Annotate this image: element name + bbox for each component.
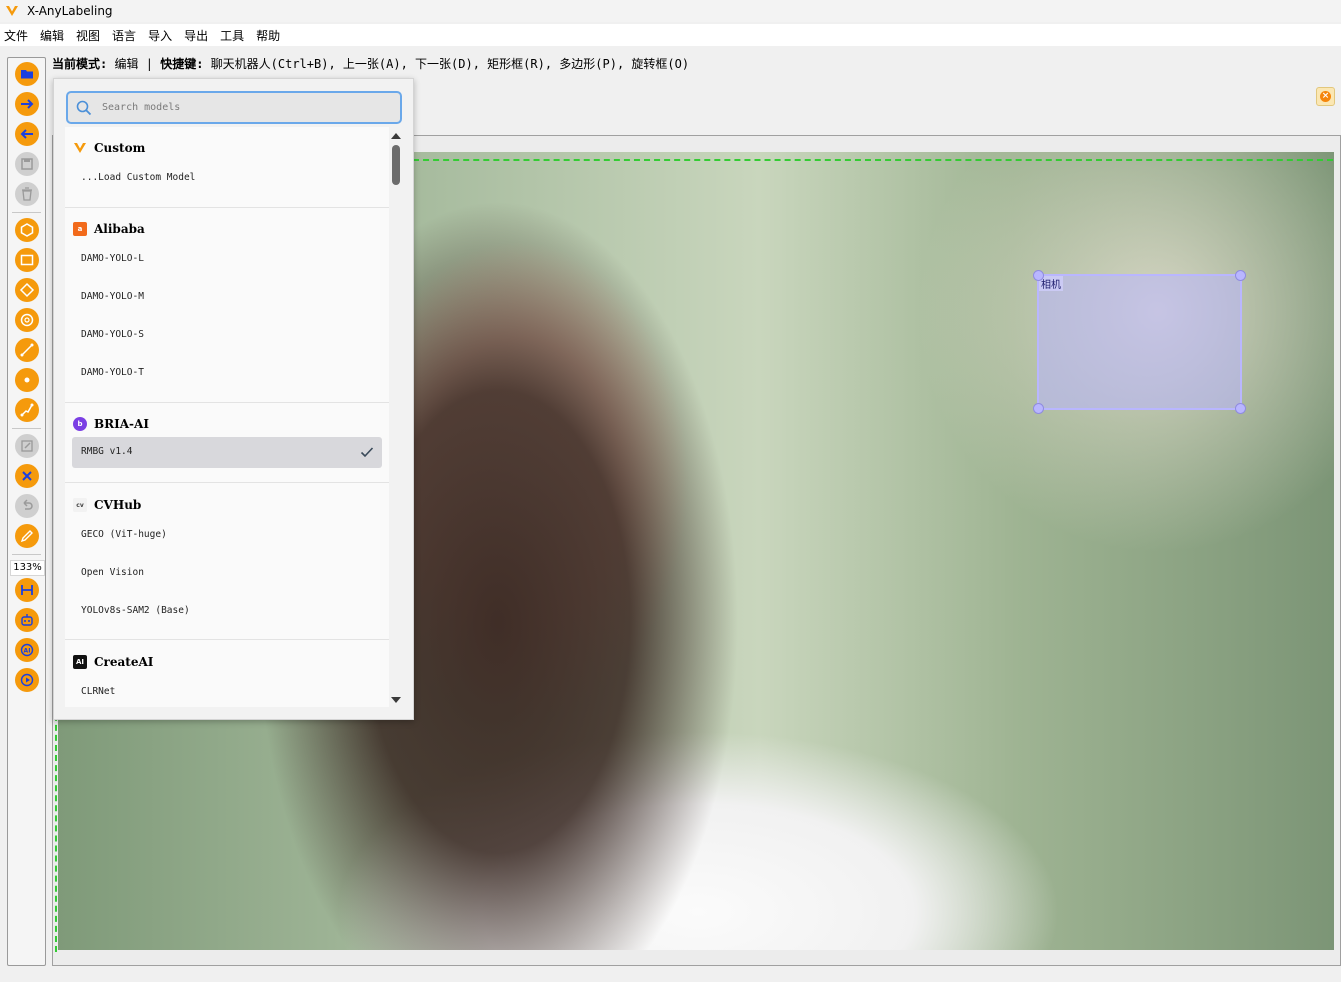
- model-list: Custom ...Load Custom Model a Alibaba DA…: [65, 127, 389, 707]
- delete-icon[interactable]: [15, 182, 39, 206]
- group-name: BRIA-AI: [94, 417, 149, 431]
- group-header-createai: AI CreateAI: [73, 653, 153, 671]
- toolbar-divider: [12, 428, 41, 429]
- menu-view[interactable]: 视图: [72, 27, 108, 44]
- linestrip-icon[interactable]: [15, 398, 39, 422]
- group-name: Alibaba: [94, 222, 145, 236]
- search-icon: [76, 100, 92, 115]
- line-icon[interactable]: [15, 338, 39, 362]
- group-divider: [65, 639, 389, 640]
- group-name: CreateAI: [94, 655, 154, 669]
- model-item-geco[interactable]: GECO (ViT-huge): [81, 529, 167, 545]
- group-divider: [65, 402, 389, 403]
- model-item-damo-yolo-t[interactable]: DAMO-YOLO-T: [81, 367, 144, 383]
- model-list-scrollbar[interactable]: [390, 127, 402, 707]
- open-folder-icon[interactable]: [15, 62, 39, 86]
- canvas-guide-horizontal: [413, 159, 1333, 161]
- model-item-damo-yolo-s[interactable]: DAMO-YOLO-S: [81, 329, 144, 345]
- menu-language[interactable]: 语言: [108, 27, 144, 44]
- group-name: CVHub: [94, 498, 142, 512]
- bria-logo-icon: b: [73, 417, 87, 431]
- polygon-icon[interactable]: [15, 218, 39, 242]
- title-bar: X-AnyLabeling: [0, 0, 1341, 22]
- bbox-handle-top-right[interactable]: [1235, 270, 1246, 281]
- window-title: X-AnyLabeling: [27, 4, 113, 18]
- model-item-open-vision[interactable]: Open Vision: [81, 567, 144, 583]
- model-item-yolov8s-sam2[interactable]: YOLOv8s-SAM2 (Base): [81, 605, 190, 621]
- model-item-rmbg-selected[interactable]: RMBG v1.4: [72, 437, 382, 468]
- model-item-damo-yolo-l[interactable]: DAMO-YOLO-L: [81, 253, 144, 269]
- group-header-alibaba: a Alibaba: [73, 220, 145, 238]
- group-divider: [65, 482, 389, 483]
- check-icon: [360, 447, 374, 458]
- toolbar-divider: [12, 212, 41, 213]
- prev-image-icon[interactable]: [15, 122, 39, 146]
- app-logo-icon: [6, 6, 18, 16]
- rotation-icon[interactable]: [15, 278, 39, 302]
- next-image-icon[interactable]: [15, 92, 39, 116]
- model-item-damo-yolo-m[interactable]: DAMO-YOLO-M: [81, 291, 144, 307]
- scrollbar-thumb[interactable]: [392, 145, 400, 185]
- menu-export[interactable]: 导出: [180, 27, 216, 44]
- svg-text:AI: AI: [24, 648, 31, 655]
- menu-edit[interactable]: 编辑: [36, 27, 72, 44]
- group-name: Custom: [94, 141, 146, 155]
- group-header-cvhub: cv CVHub: [73, 496, 141, 514]
- auto-label-icon[interactable]: [15, 608, 39, 632]
- point-icon[interactable]: [15, 368, 39, 392]
- undo-icon[interactable]: [15, 494, 39, 518]
- zoom-value[interactable]: 133%: [10, 560, 45, 576]
- alibaba-logo-icon: a: [73, 222, 87, 236]
- mode-label: 当前模式:: [52, 57, 108, 71]
- model-item-label: RMBG v1.4: [81, 446, 133, 457]
- bbox-handle-bottom-left[interactable]: [1033, 403, 1044, 414]
- custom-logo-icon: [74, 143, 86, 153]
- rectangle-icon[interactable]: [15, 248, 39, 272]
- menu-import[interactable]: 导入: [144, 27, 180, 44]
- left-toolbar: 133% AI: [7, 57, 46, 966]
- close-panel-button[interactable]: ×: [1316, 87, 1335, 106]
- model-picker-panel: Search models Custom ...Load Custom Mode…: [53, 78, 414, 720]
- delete-shape-icon[interactable]: [15, 464, 39, 488]
- shortcut-text: 聊天机器人(Ctrl+B), 上一张(A), 下一张(D), 矩形框(R), 多…: [210, 57, 690, 71]
- group-divider: [65, 207, 389, 208]
- fit-width-icon[interactable]: [15, 578, 39, 602]
- model-item-load-custom[interactable]: ...Load Custom Model: [81, 172, 195, 188]
- save-icon[interactable]: [15, 152, 39, 176]
- scroll-down-icon[interactable]: [391, 697, 401, 703]
- circle-icon[interactable]: [15, 308, 39, 332]
- shortcut-label: 快捷键:: [160, 57, 204, 71]
- menu-bar: 文件 编辑 视图 语言 导入 导出 工具 帮助: [0, 24, 1341, 46]
- annotation-bbox[interactable]: 相机: [1033, 270, 1246, 414]
- createai-logo-icon: AI: [73, 655, 87, 669]
- bbox-handle-top-left[interactable]: [1033, 270, 1044, 281]
- group-header-custom: Custom: [73, 139, 145, 157]
- status-line: 当前模式: 编辑 | 快捷键: 聊天机器人(Ctrl+B), 上一张(A), 下…: [52, 55, 689, 71]
- model-item-clrnet[interactable]: CLRNet: [81, 686, 115, 702]
- edit-icon[interactable]: [15, 434, 39, 458]
- run-icon[interactable]: [15, 668, 39, 692]
- cvhub-logo-icon: cv: [73, 498, 87, 512]
- close-icon: ×: [1320, 91, 1331, 102]
- menu-tools[interactable]: 工具: [216, 27, 252, 44]
- toolbar-divider: [12, 554, 41, 555]
- brush-icon[interactable]: [15, 524, 39, 548]
- search-placeholder: Search models: [102, 102, 181, 113]
- status-divider: |: [145, 57, 153, 71]
- bbox-handle-bottom-right[interactable]: [1235, 403, 1246, 414]
- group-header-bria-ai: b BRIA-AI: [73, 415, 149, 433]
- mode-value: 编辑: [114, 57, 139, 71]
- ai-icon[interactable]: AI: [15, 638, 39, 662]
- menu-help[interactable]: 帮助: [252, 27, 288, 44]
- model-search-input[interactable]: Search models: [66, 91, 402, 124]
- menu-file[interactable]: 文件: [0, 27, 36, 44]
- scroll-up-icon[interactable]: [391, 133, 401, 139]
